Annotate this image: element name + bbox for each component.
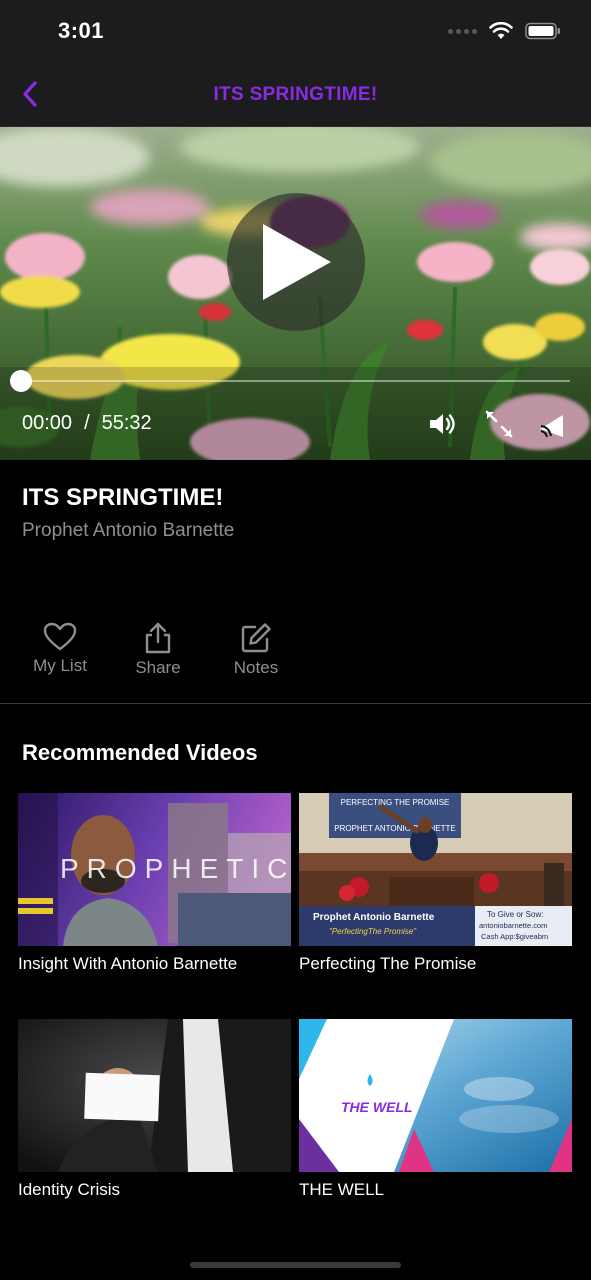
thumb-screen-name: PROPHET ANTONIO BARNETTE	[334, 824, 456, 833]
thumbnail-identity	[18, 1019, 291, 1172]
cellular-signal-icon	[448, 28, 477, 34]
recommended-card-identity[interactable]: Identity Crisis	[18, 1019, 291, 1200]
volume-icon[interactable]	[427, 409, 457, 439]
nav-title: ITS SPRINGTIME!	[213, 84, 378, 105]
progress-track[interactable]	[20, 380, 570, 382]
my-list-label: My List	[33, 656, 87, 675]
cast-icon[interactable]	[537, 409, 567, 439]
duration: 55:32	[101, 412, 152, 434]
thumb-the-well-text: THE WELL	[341, 1099, 413, 1115]
thumbnail-well: THE WELL	[299, 1019, 572, 1172]
share-button[interactable]: Share	[118, 622, 198, 678]
card-label-perfecting: Perfecting The Promise	[299, 954, 477, 973]
thumb-site-text: antoniobarnette.com	[479, 921, 547, 930]
edit-icon	[241, 623, 271, 653]
home-indicator[interactable]	[190, 1262, 401, 1268]
divider	[0, 703, 591, 704]
heart-icon	[43, 622, 77, 651]
thumb-screen-title: PERFECTING THE PROMISE	[341, 798, 450, 807]
my-list-button[interactable]: My List	[20, 622, 100, 676]
navigation-bar: ITS SPRINGTIME!	[0, 62, 591, 127]
video-title: ITS SPRINGTIME!	[22, 484, 224, 511]
time-readout: 00:00 / 55:32	[22, 412, 152, 435]
share-label: Share	[135, 658, 181, 677]
progress-knob[interactable]	[10, 370, 32, 392]
thumbnail-perfecting: PERFECTING THE PROMISE PROPHET ANTONIO B…	[299, 793, 572, 946]
recommended-card-insight[interactable]: PROPHETIC Insight With Antonio Barnette	[18, 793, 291, 974]
card-label-insight: Insight With Antonio Barnette	[18, 954, 238, 973]
play-icon	[263, 224, 331, 300]
recommended-title: Recommended Videos	[22, 740, 258, 765]
play-button[interactable]	[227, 193, 365, 331]
video-player[interactable]: 00:00 / 55:32	[0, 127, 591, 460]
fullscreen-icon[interactable]	[484, 409, 514, 439]
status-time: 3:01	[58, 18, 105, 43]
time-separator: /	[84, 412, 90, 434]
video-author: Prophet Antonio Barnette	[22, 520, 235, 541]
thumb-cashapp-text: Cash App:$giveabm	[481, 932, 548, 941]
status-bar: 3:01	[0, 0, 591, 62]
notes-button[interactable]: Notes	[216, 622, 296, 678]
wifi-icon	[489, 22, 513, 39]
card-label-identity: Identity Crisis	[18, 1180, 121, 1199]
recommended-card-perfecting[interactable]: PERFECTING THE PROMISE PROPHET ANTONIO B…	[299, 793, 572, 974]
recommended-card-well[interactable]: THE WELL THE WELL	[299, 1019, 572, 1200]
current-time: 00:00	[22, 412, 73, 434]
thumb-prophetic-text: PROPHETIC	[60, 853, 291, 884]
share-icon	[145, 622, 171, 654]
status-icons	[448, 22, 561, 40]
card-label-well: THE WELL	[299, 1180, 385, 1199]
thumb-preacher-name: Prophet Antonio Barnette	[313, 912, 435, 923]
thumbnail-insight: PROPHETIC	[18, 793, 291, 946]
thumb-sermon-subtitle: "PerfectingThe Promise"	[329, 927, 417, 936]
notes-label: Notes	[233, 658, 279, 677]
battery-icon	[525, 22, 560, 40]
thumb-give-text: To Give or Sow:	[487, 910, 543, 919]
